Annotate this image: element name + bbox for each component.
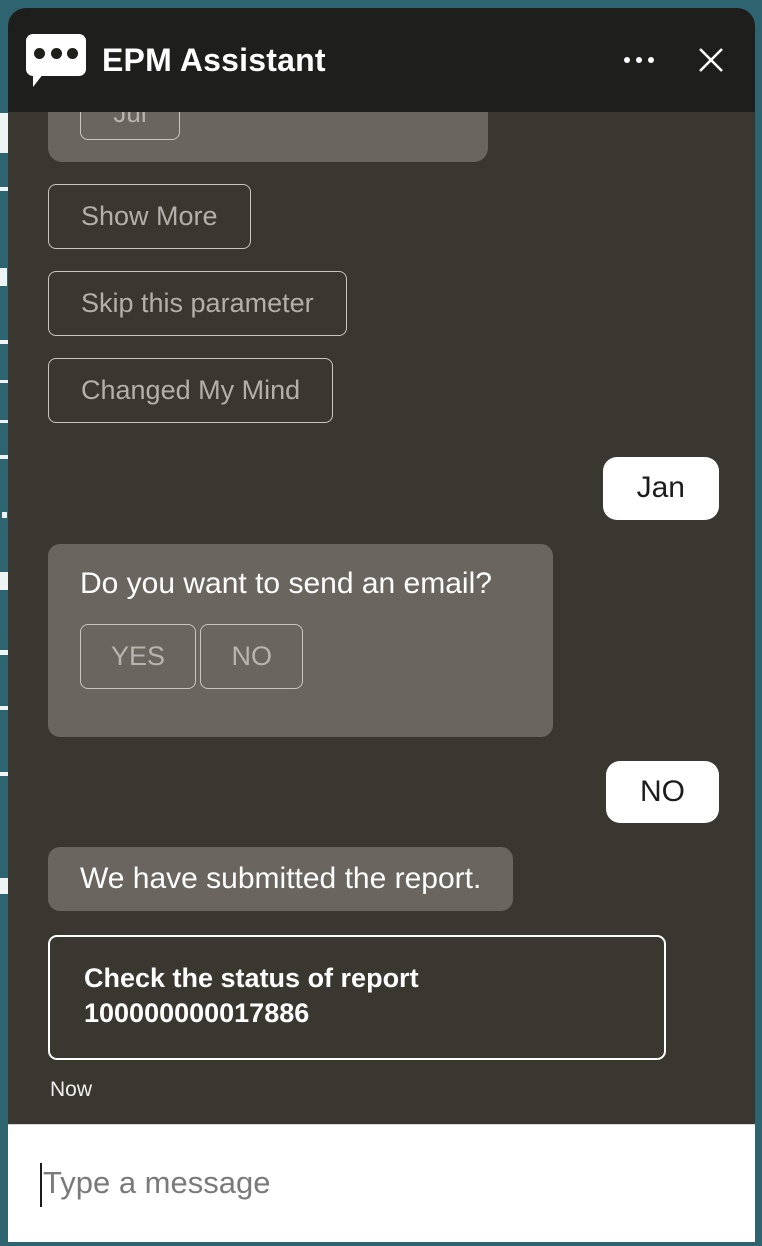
message-row-status-action: Check the status of report 1000000000178… (48, 911, 719, 1061)
message-row-skip-parameter: Skip this parameter (48, 271, 719, 337)
check-report-status-line2: 100000000017886 (84, 997, 310, 1028)
message-row-submitted: We have submitted the report. (48, 847, 719, 912)
skip-this-parameter-button[interactable]: Skip this parameter (48, 271, 347, 337)
check-report-status-button[interactable]: Check the status of report 1000000000178… (48, 935, 666, 1061)
user-message-bubble: Jan (602, 457, 719, 520)
email-question-card: Do you want to send an email? YES NO (48, 543, 553, 737)
assistant-panel: EPM Assistant Jul Show More Skip this pa… (8, 8, 755, 1242)
message-composer[interactable] (8, 1124, 755, 1242)
chat-bubble-icon (26, 33, 86, 87)
message-row-user-month: Jan (48, 457, 719, 520)
panel-header: EPM Assistant (8, 8, 755, 112)
user-message-bubble: NO (606, 760, 719, 824)
show-more-button[interactable]: Show More (48, 184, 251, 250)
choice-button-group: Show More Skip this parameter Changed My… (48, 184, 719, 424)
conversation-list[interactable]: Jul Show More Skip this parameter Change… (8, 112, 755, 1124)
text-cursor (40, 1163, 42, 1207)
month-chip-jul[interactable]: Jul (80, 112, 180, 140)
email-question-text: Do you want to send an email? (80, 566, 492, 600)
message-row-clipped: Jul (48, 112, 719, 162)
close-icon[interactable] (689, 38, 733, 82)
month-chip-group: Jul (48, 112, 488, 162)
email-no-button[interactable]: NO (200, 623, 303, 689)
message-row-user-email-reply: NO (48, 760, 719, 824)
bot-message-bubble: We have submitted the report. (48, 847, 514, 912)
message-row-timestamp: Now (48, 1060, 719, 1102)
message-input[interactable] (43, 1161, 731, 1205)
message-row-show-more: Show More (48, 184, 719, 250)
message-row-email-question: Do you want to send an email? YES NO (48, 543, 719, 737)
message-row-changed-my-mind: Changed My Mind (48, 358, 719, 424)
changed-my-mind-button[interactable]: Changed My Mind (48, 358, 334, 424)
page-title: EPM Assistant (102, 41, 326, 78)
email-yes-button[interactable]: YES (80, 623, 197, 689)
ellipsis-icon[interactable] (615, 36, 663, 84)
message-timestamp: Now (50, 1078, 93, 1102)
check-report-status-line1: Check the status of report (84, 963, 419, 994)
